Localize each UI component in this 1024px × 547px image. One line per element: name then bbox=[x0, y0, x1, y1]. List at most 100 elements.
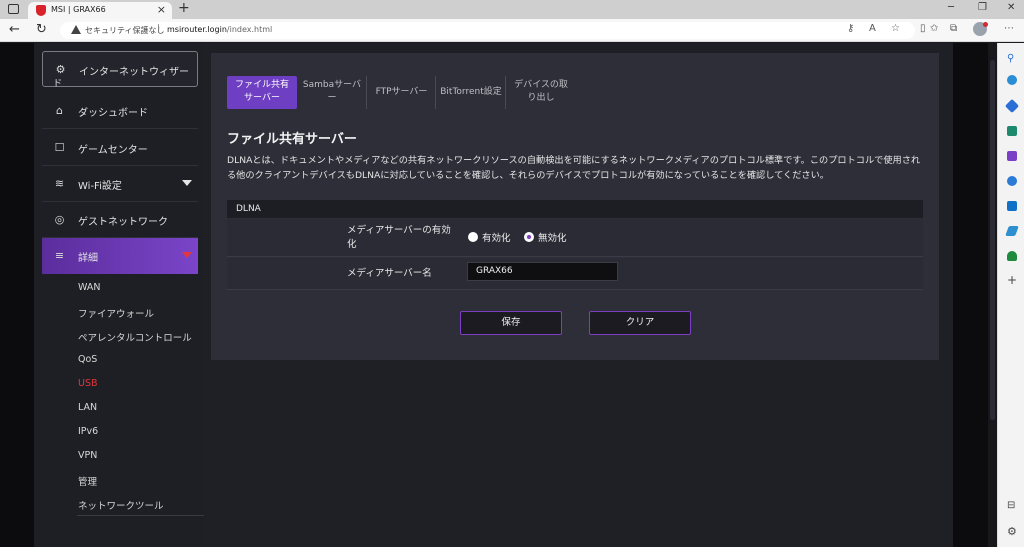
url-separator: | bbox=[157, 24, 161, 34]
row-media-server-name: メディアサーバー名 GRAX66 bbox=[227, 258, 923, 290]
favorites-icon[interactable]: ✩ bbox=[930, 23, 938, 34]
wifi-icon: ≋ bbox=[54, 177, 65, 190]
save-button[interactable]: 保存 bbox=[460, 311, 562, 335]
url-path: /index.html bbox=[226, 25, 273, 34]
sidebar-item-wifi[interactable]: ≋ Wi-Fi設定 bbox=[42, 166, 198, 202]
page-margin-right bbox=[953, 43, 988, 547]
sidebar-item-guest-network[interactable]: ◎ ゲストネットワーク bbox=[42, 202, 198, 238]
home-icon: ⌂ bbox=[56, 104, 63, 117]
warning-icon[interactable] bbox=[71, 25, 81, 34]
tab-label-line1: FTPサーバー bbox=[375, 87, 428, 97]
office-icon[interactable] bbox=[1007, 176, 1017, 186]
shopping-tag-icon[interactable] bbox=[1004, 98, 1020, 114]
tab-eject-device[interactable]: デバイスの取 り出し bbox=[508, 76, 574, 109]
sidebar-item-dashboard[interactable]: ⌂ ダッシュボード bbox=[42, 93, 198, 129]
minimize-icon[interactable]: ─ bbox=[948, 2, 954, 13]
tab-title: MSI | GRAX66 bbox=[51, 5, 106, 14]
split-screen-icon[interactable]: ▯ bbox=[920, 23, 926, 34]
read-aloud-icon[interactable]: A bbox=[869, 23, 876, 34]
telegram-icon[interactable] bbox=[1005, 226, 1019, 236]
page-margin-left bbox=[0, 43, 34, 547]
hide-sidebar-icon[interactable]: ⊟ bbox=[1007, 500, 1017, 511]
tab-label-line2: サーバー bbox=[244, 93, 280, 103]
tab-separator bbox=[435, 76, 436, 109]
row-media-server-enable: メディアサーバーの有効 化 有効化 無効化 bbox=[227, 219, 923, 257]
favorite-star-icon[interactable]: ☆ bbox=[891, 23, 900, 34]
sidebar-item-game-center[interactable]: ☐ ゲームセンター bbox=[42, 130, 198, 166]
tab-close-icon[interactable]: × bbox=[157, 3, 166, 16]
tree-icon[interactable] bbox=[1007, 251, 1017, 261]
tools-icon[interactable] bbox=[1007, 126, 1017, 136]
collections-icon[interactable]: ⧉ bbox=[950, 23, 957, 34]
refresh-icon[interactable]: ↻ bbox=[36, 22, 47, 37]
more-menu-icon[interactable]: ⋯ bbox=[1004, 23, 1014, 34]
tab-ftp-server[interactable]: FTPサーバー bbox=[369, 76, 434, 109]
tab-separator bbox=[505, 76, 506, 109]
tab-label-line2: り出し bbox=[527, 93, 555, 103]
tab-samba-server[interactable]: Sambaサーバ ー bbox=[299, 76, 365, 109]
back-icon[interactable]: ← bbox=[9, 22, 20, 37]
sidebar-item-label-wrap: ド bbox=[53, 79, 63, 89]
add-icon[interactable]: + bbox=[1007, 273, 1017, 287]
games-icon[interactable] bbox=[1007, 151, 1017, 161]
browser-tab[interactable]: MSI | GRAX66 × bbox=[28, 2, 172, 19]
clear-button[interactable]: クリア bbox=[589, 311, 691, 335]
key-icon[interactable]: ⚷ bbox=[847, 23, 854, 34]
bing-icon[interactable] bbox=[1007, 75, 1017, 85]
media-server-name-input[interactable]: GRAX66 bbox=[467, 262, 618, 281]
chevron-down-icon[interactable] bbox=[182, 252, 192, 258]
sidebar-item-label: ゲームセンター bbox=[78, 145, 148, 156]
enable-radio-label[interactable]: 有効化 bbox=[482, 230, 511, 244]
page-title: ファイル共有サーバー bbox=[227, 132, 357, 147]
chevron-down-icon[interactable] bbox=[182, 180, 192, 186]
submenu-item-parental-control[interactable]: ペアレンタルコントロール bbox=[78, 330, 192, 344]
url-host: msirouter.login bbox=[167, 25, 227, 34]
label-line1: メディアサーバーの有効 bbox=[347, 225, 451, 236]
outlook-icon[interactable] bbox=[1007, 201, 1017, 211]
search-icon[interactable]: ⚲ bbox=[1007, 53, 1017, 64]
new-tab-icon[interactable]: + bbox=[178, 0, 190, 16]
sidebar-item-advanced[interactable]: ≡ 詳細 bbox=[42, 238, 198, 274]
section-header-dlna: DLNA bbox=[227, 200, 923, 218]
sidebar-item-label: インターネットウィザー bbox=[79, 67, 189, 78]
submenu-item-ipv6[interactable]: IPv6 bbox=[78, 426, 98, 437]
tab-separator bbox=[366, 76, 367, 109]
media-server-name-label: メディアサーバー名 bbox=[347, 268, 432, 279]
security-status[interactable]: セキュリティ保護なし bbox=[85, 25, 165, 36]
submenu-item-vpn[interactable]: VPN bbox=[78, 450, 97, 461]
close-window-icon[interactable]: ✕ bbox=[1007, 2, 1015, 13]
settings-gear-icon[interactable]: ⚙ bbox=[1007, 525, 1017, 538]
enable-radio[interactable] bbox=[468, 232, 478, 242]
submenu-item-lan[interactable]: LAN bbox=[78, 402, 97, 413]
tab-file-sharing-server[interactable]: ファイル共有 サーバー bbox=[227, 76, 297, 109]
disable-radio[interactable] bbox=[524, 232, 534, 242]
sidebar: ⚙ インターネットウィザー ド ⌂ ダッシュボード ☐ ゲームセンター ≋ Wi… bbox=[34, 43, 228, 547]
section-title: DLNA bbox=[236, 204, 261, 214]
gear-icon: ⚙ bbox=[55, 63, 66, 76]
sidebar-item-label: Wi-Fi設定 bbox=[78, 181, 122, 192]
sliders-icon: ≡ bbox=[54, 249, 65, 262]
sidebar-item-label: ダッシュボード bbox=[78, 108, 148, 119]
label-line2: 化 bbox=[347, 239, 357, 250]
scrollbar-thumb[interactable] bbox=[990, 60, 995, 420]
gamepad-icon: ☐ bbox=[54, 141, 65, 154]
submenu-item-firewall[interactable]: ファイアウォール bbox=[78, 306, 154, 320]
url-text[interactable]: msirouter.login/index.html bbox=[167, 25, 272, 34]
submenu-item-usb[interactable]: USB bbox=[78, 378, 98, 389]
tab-label-line1: BitTorrent設定 bbox=[440, 87, 502, 97]
globe-icon: ◎ bbox=[54, 213, 65, 226]
sidebar-item-label: ゲストネットワーク bbox=[78, 217, 168, 228]
edge-sidebar: ⚲ + ⊟ ⚙ bbox=[997, 43, 1024, 547]
disable-radio-label[interactable]: 無効化 bbox=[538, 230, 567, 244]
maximize-icon[interactable]: ❐ bbox=[978, 2, 987, 13]
sidebar-item-internet-wizard[interactable]: ⚙ インターネットウィザー ド bbox=[42, 51, 198, 89]
submenu-item-wan[interactable]: WAN bbox=[78, 282, 100, 293]
url-field[interactable]: セキュリティ保護なし | msirouter.login/index.html bbox=[60, 22, 915, 39]
submenu-item-qos[interactable]: QoS bbox=[78, 354, 97, 365]
tab-bittorrent-settings[interactable]: BitTorrent設定 bbox=[438, 76, 504, 109]
submenu-item-admin[interactable]: 管理 bbox=[78, 474, 97, 488]
tab-actions-icon[interactable] bbox=[8, 4, 19, 14]
msi-favicon-icon bbox=[36, 5, 46, 16]
address-bar: ← ↻ セキュリティ保護なし | msirouter.login/index.h… bbox=[0, 19, 1024, 42]
submenu-item-network-tools[interactable]: ネットワークツール bbox=[78, 498, 164, 512]
